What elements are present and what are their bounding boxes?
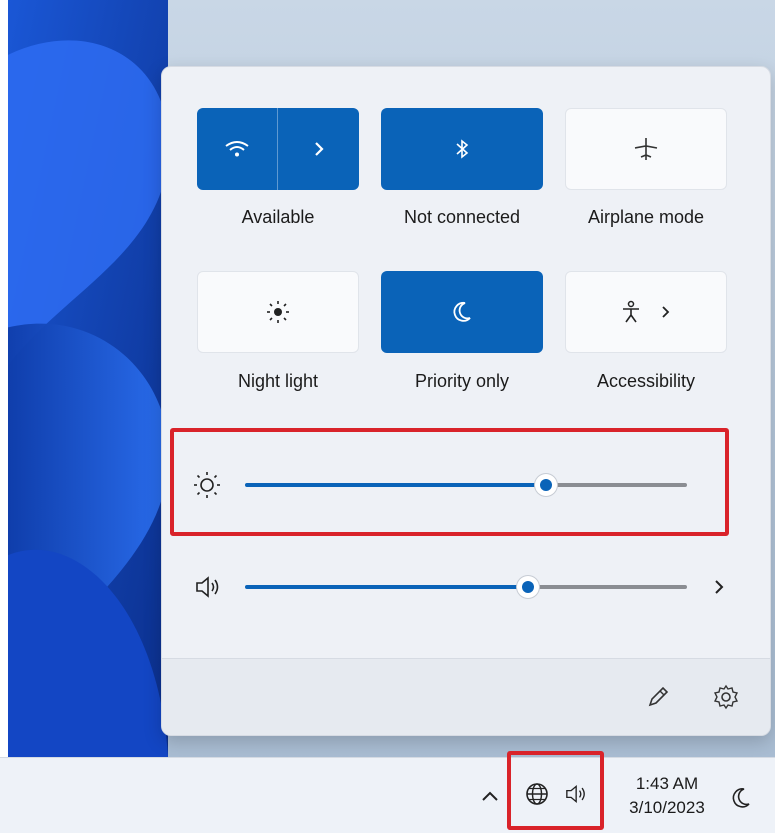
airplane-icon <box>634 138 658 160</box>
night-light-label: Night light <box>237 371 319 391</box>
wifi-expand-button[interactable] <box>278 108 359 190</box>
accessibility-tile[interactable] <box>565 271 727 353</box>
clock-time: 1:43 AM <box>635 774 699 793</box>
moon-icon[interactable] <box>730 786 752 810</box>
chevron-right-icon <box>314 142 324 156</box>
brightness-icon <box>194 472 220 498</box>
brightness-icon <box>267 301 289 323</box>
volume-slider-thumb[interactable] <box>517 576 539 598</box>
pencil-icon[interactable] <box>645 684 671 710</box>
speaker-icon <box>566 784 585 804</box>
brightness-slider[interactable] <box>245 465 687 505</box>
wifi-label: Available <box>241 207 315 227</box>
desktop-wallpaper: Available Not connected Airplane mode Ni… <box>8 0 775 757</box>
clock-button[interactable]: 1:43 AM 3/10/2023 <box>612 768 722 824</box>
moon-icon <box>453 302 471 322</box>
quick-settings-panel: Available Not connected Airplane mode Ni… <box>161 66 771 736</box>
quick-settings-footer <box>162 658 770 735</box>
wifi-icon <box>225 141 249 157</box>
bluetooth-tile[interactable] <box>381 108 543 190</box>
taskbar: 1:43 AM 3/10/2023 <box>0 751 775 833</box>
bluetooth-icon <box>456 139 469 159</box>
wifi-toggle[interactable] <box>197 108 277 190</box>
wifi-tile[interactable] <box>197 108 359 190</box>
volume-slider-fill <box>245 585 528 589</box>
brightness-slider-row <box>192 465 737 505</box>
airplane-mode-label: Airplane mode <box>587 207 705 227</box>
focus-assist-label: Priority only <box>414 371 510 391</box>
airplane-mode-tile[interactable] <box>565 108 727 190</box>
clock-date: 3/10/2023 <box>629 798 705 817</box>
chevron-up-icon[interactable] <box>480 789 500 803</box>
chevron-right-icon <box>662 306 670 318</box>
brightness-slider-track <box>554 483 687 487</box>
chevron-right-icon[interactable] <box>712 577 726 597</box>
gear-icon[interactable] <box>713 684 739 710</box>
network-volume-tray-button[interactable] <box>520 768 600 820</box>
focus-assist-tile[interactable] <box>381 271 543 353</box>
globe-icon <box>526 783 548 805</box>
accessibility-icon <box>623 300 639 323</box>
volume-slider-row <box>192 567 737 607</box>
volume-slider[interactable] <box>245 567 687 607</box>
bluetooth-label: Not connected <box>403 207 521 227</box>
brightness-slider-fill <box>245 483 546 487</box>
brightness-slider-thumb[interactable] <box>535 474 557 496</box>
speaker-icon <box>196 576 219 598</box>
night-light-tile[interactable] <box>197 271 359 353</box>
accessibility-label: Accessibility <box>596 371 696 391</box>
volume-slider-track <box>536 585 687 589</box>
